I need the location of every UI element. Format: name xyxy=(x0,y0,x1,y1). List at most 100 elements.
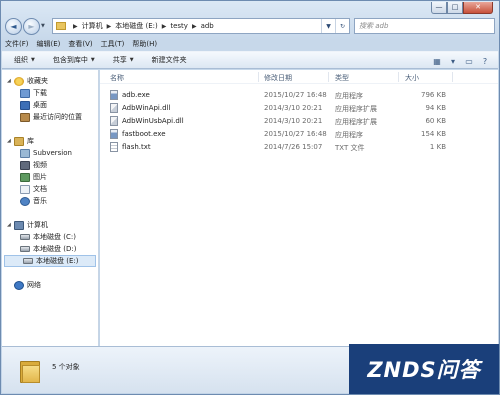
search-input[interactable]: 搜索 adb xyxy=(354,18,495,34)
nav-item-downloads[interactable]: 下载 xyxy=(2,87,98,99)
watermark-logo: ZNDS问答 xyxy=(349,344,499,394)
breadcrumb-arrow-icon[interactable]: ▶ xyxy=(73,23,78,30)
breadcrumb-testy[interactable]: testy xyxy=(170,22,188,30)
nav-item-videos[interactable]: 视频 xyxy=(2,159,98,171)
forward-button[interactable]: ► xyxy=(23,17,40,35)
subversion-icon xyxy=(20,148,30,158)
organize-label: 组织 xyxy=(14,56,28,64)
file-type: 应用程序 xyxy=(335,131,363,139)
file-name-cell: AdbWinApi.dll xyxy=(110,103,170,113)
column-divider[interactable] xyxy=(258,72,259,82)
address-dropdown-icon[interactable]: ▼ xyxy=(321,19,335,33)
nav-item-recent-places[interactable]: 最近访问的位置 xyxy=(2,111,98,123)
nav-computer-label: 计算机 xyxy=(27,221,48,229)
breadcrumb-arrow-icon[interactable]: ▶ xyxy=(192,23,197,30)
nav-item-label: 音乐 xyxy=(33,197,47,205)
expand-arrow-icon[interactable]: ◢ xyxy=(7,78,14,84)
new-folder-button[interactable]: 新建文件夹 xyxy=(152,55,187,65)
disk-icon xyxy=(23,258,33,264)
downloads-icon xyxy=(20,88,30,98)
file-row[interactable]: AdbWinUsbApi.dll 2014/3/10 20:21 应用程序扩展 … xyxy=(100,114,498,127)
watermark-text: ZNDS问答 xyxy=(367,358,481,382)
computer-icon xyxy=(14,220,24,230)
file-size: 94 KB xyxy=(425,104,446,112)
nav-item-desktop[interactable]: 桌面 xyxy=(2,99,98,111)
folder-icon xyxy=(20,359,40,383)
share-button[interactable]: 共享 ▼ xyxy=(113,55,134,65)
nav-item-music[interactable]: 音乐 xyxy=(2,195,98,207)
nav-item-drive-c[interactable]: 本地磁盘 (C:) xyxy=(2,231,98,243)
nav-item-label: 最近访问的位置 xyxy=(33,113,82,121)
column-type-header[interactable]: 类型 xyxy=(335,73,349,83)
nav-favorites[interactable]: ◢ 收藏夹 xyxy=(2,75,98,87)
expand-arrow-icon[interactable]: ◢ xyxy=(7,222,14,228)
file-date: 2014/7/26 15:07 xyxy=(264,143,323,151)
dll-icon xyxy=(110,103,118,113)
disk-icon xyxy=(20,234,30,240)
disk-icon xyxy=(20,246,30,252)
close-button[interactable]: ✕ xyxy=(463,2,493,14)
share-label: 共享 xyxy=(112,56,127,64)
expand-arrow-icon[interactable]: ◢ xyxy=(7,138,14,144)
menu-edit[interactable]: 编辑(E) xyxy=(37,39,61,49)
breadcrumb-adb[interactable]: adb xyxy=(201,22,214,30)
organize-button[interactable]: 组织 ▼ xyxy=(14,55,35,65)
file-row[interactable]: fastboot.exe 2015/10/27 16:48 应用程序 154 K… xyxy=(100,127,498,140)
file-row[interactable]: adb.exe 2015/10/27 16:48 应用程序 796 KB xyxy=(100,88,498,101)
address-bar[interactable]: ▶ 计算机 ▶ 本地磁盘 (E:) ▶ testy ▶ adb ▼ ↻ xyxy=(52,18,350,34)
recent-pages-dropdown-icon[interactable]: ▼ xyxy=(41,23,49,29)
refresh-icon[interactable]: ↻ xyxy=(335,19,349,33)
include-in-library-button[interactable]: 包含到库中 ▼ xyxy=(53,55,95,65)
help-icon[interactable]: ? xyxy=(478,55,492,67)
file-date: 2014/3/10 20:21 xyxy=(264,117,323,125)
file-name-cell: fastboot.exe xyxy=(110,129,166,139)
nav-item-subversion[interactable]: Subversion xyxy=(2,147,98,159)
change-view-icon[interactable]: ▦ xyxy=(430,55,444,67)
preview-pane-icon[interactable]: ▭ xyxy=(462,55,476,67)
file-name-cell: AdbWinUsbApi.dll xyxy=(110,116,184,126)
nav-item-documents[interactable]: 文档 xyxy=(2,183,98,195)
file-type: 应用程序扩展 xyxy=(335,105,377,113)
chevron-down-icon: ▼ xyxy=(31,57,35,63)
maximize-button[interactable]: □ xyxy=(447,2,463,14)
nav-item-drive-e[interactable]: 本地磁盘 (E:) xyxy=(4,255,96,267)
file-date: 2015/10/27 16:48 xyxy=(264,130,327,138)
breadcrumb-arrow-icon[interactable]: ▶ xyxy=(107,23,112,30)
nav-network[interactable]: 网络 xyxy=(2,279,98,291)
file-name-cell: adb.exe xyxy=(110,90,150,100)
file-name: fastboot.exe xyxy=(122,130,166,138)
column-divider[interactable] xyxy=(452,72,453,82)
back-button[interactable]: ◄ xyxy=(5,17,22,35)
nav-item-drive-d[interactable]: 本地磁盘 (D:) xyxy=(2,243,98,255)
nav-item-label: 图片 xyxy=(33,173,47,181)
file-row[interactable]: flash.txt 2014/7/26 15:07 TXT 文件 1 KB xyxy=(100,140,498,153)
nav-item-pictures[interactable]: 图片 xyxy=(2,171,98,183)
column-date-header[interactable]: 修改日期 xyxy=(264,73,292,83)
column-divider[interactable] xyxy=(328,72,329,82)
column-name-header[interactable]: 名称 xyxy=(110,73,124,83)
nav-libraries[interactable]: ◢ 库 xyxy=(2,135,98,147)
menu-help[interactable]: 帮助(H) xyxy=(132,39,157,49)
view-dropdown-icon[interactable]: ▾ xyxy=(446,55,460,67)
chevron-down-icon: ▼ xyxy=(129,57,134,63)
nav-item-label: 视频 xyxy=(33,161,47,169)
breadcrumb-drive-e[interactable]: 本地磁盘 (E:) xyxy=(115,21,157,31)
menu-tools[interactable]: 工具(T) xyxy=(101,39,125,49)
nav-network-label: 网络 xyxy=(27,281,41,289)
chevron-down-icon: ▼ xyxy=(90,57,95,63)
menu-file[interactable]: 文件(F) xyxy=(5,39,29,49)
breadcrumb-arrow-icon[interactable]: ▶ xyxy=(162,23,167,30)
column-size-header[interactable]: 大小 xyxy=(405,73,419,83)
nav-favorites-label: 收藏夹 xyxy=(27,77,48,85)
breadcrumb-computer[interactable]: 计算机 xyxy=(82,21,103,31)
column-divider[interactable] xyxy=(398,72,399,82)
folder-icon xyxy=(56,22,66,30)
minimize-button[interactable]: — xyxy=(431,2,447,14)
file-row[interactable]: AdbWinApi.dll 2014/3/10 20:21 应用程序扩展 94 … xyxy=(100,101,498,114)
caption-buttons: — □ ✕ xyxy=(431,2,493,16)
menu-view[interactable]: 查看(V) xyxy=(68,39,92,49)
dll-icon xyxy=(110,116,118,126)
nav-computer[interactable]: ◢ 计算机 xyxy=(2,219,98,231)
file-name: adb.exe xyxy=(122,91,150,99)
menu-bar: 文件(F) 编辑(E) 查看(V) 工具(T) 帮助(H) xyxy=(5,38,165,50)
